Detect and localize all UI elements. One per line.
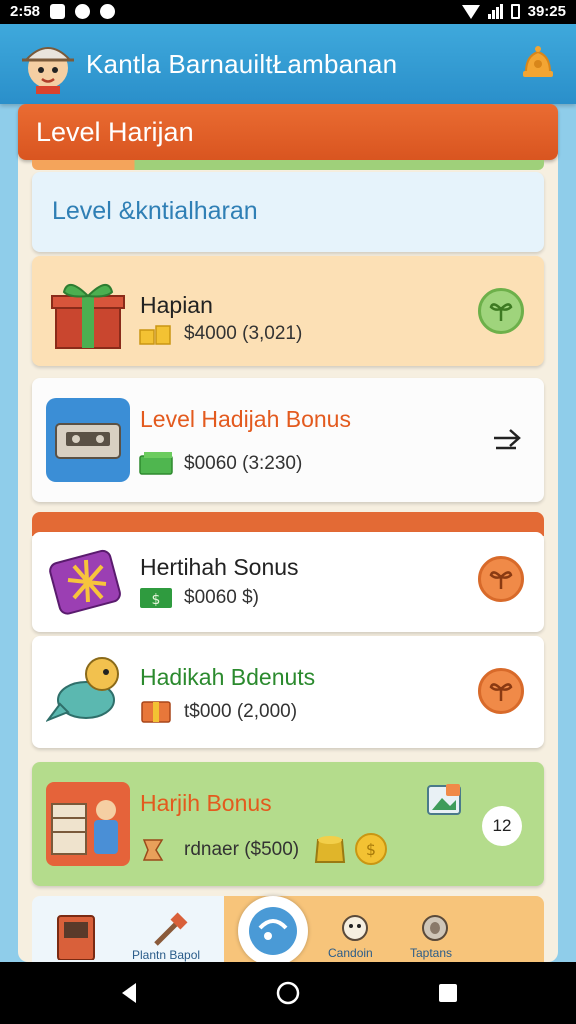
plant-button[interactable] [478,288,524,334]
card-value: $4000 (3,021) [184,323,303,344]
section-subtitle-card: Level &kntialharan [32,172,544,252]
card-title: Harjih Bonus [140,790,272,816]
card-value: rdnaer ($500) [184,839,300,860]
svg-text:$: $ [152,592,161,608]
cash-stack-icon [139,452,173,475]
chest-icon [141,701,171,723]
center-action-button[interactable] [238,896,308,966]
main-content: Level Harijan Level &kntialharan Hapian … [18,104,558,966]
notification-icon [50,4,66,19]
coin-icon: $ [355,833,387,865]
svg-text:$: $ [366,840,376,859]
gift-box-icon [51,284,125,349]
picture-icon [427,784,461,815]
bonus-card-1[interactable]: Hapian $4000 (3,021) [32,256,544,366]
signal-icon [487,4,503,19]
section-subtitle: Level &kntialharan [52,197,258,225]
progress-stripe [32,160,544,170]
card-title: Hapian [140,292,213,318]
tab-label: Candoin [328,946,373,960]
arcade-icon [57,915,95,960]
record-icon [75,4,91,19]
section-title: Level Harijan [36,117,194,147]
card-value: $0060 (3:230) [184,453,303,474]
home-icon[interactable] [275,980,301,1006]
card-title: Level Hadijah Bonus [140,406,351,432]
tab-plantn-bapol[interactable]: Plantn Bapol [32,896,224,962]
egg-icon [422,915,448,941]
recents-icon[interactable] [435,980,461,1006]
bonus-card-3[interactable]: Hertihah Sonus $ $0060 $) [32,532,544,632]
plant-button[interactable] [478,556,524,602]
plant-button[interactable] [478,668,524,714]
money-bag-icon [314,836,346,863]
section-header: Level Harijan [18,104,558,160]
plant-icon [489,683,513,701]
app-title: Kantla BarnauiltŁambanan [86,49,398,79]
cleaning-icon [249,907,297,955]
scroll-icon [142,839,164,861]
status-bar: 2:58 39:25 [0,0,576,24]
system-nav-bar [0,962,576,1024]
gold-bars-icon [139,325,171,345]
settings-icon [100,4,116,19]
tab-candoin[interactable]: Candoin [320,896,390,962]
card-value: t$000 (2,000) [184,701,298,722]
cow-icon [342,915,368,941]
count-badge: 12 [482,806,522,846]
bell-icon[interactable] [520,42,556,82]
card-title: Hertihah Sonus [140,554,299,580]
status-clock: 39:25 [527,3,566,20]
back-icon[interactable] [116,980,142,1006]
bonus-card-5[interactable]: Harjih Bonus rdnaer ($500) $ 12 [32,762,544,886]
tab-label: Taptans [410,946,453,960]
tab-taptans[interactable]: Taptans [400,896,470,962]
hammer-icon [154,912,188,946]
shop-icon [46,782,130,866]
cassette-icon [46,398,130,482]
boy-avatar-icon[interactable] [18,34,78,94]
status-time: 2:58 [10,3,41,20]
app-header: Kantla BarnauiltŁambanan [0,24,576,104]
bird-icon [46,657,119,722]
bonus-card-4[interactable]: Hadikah Bdenuts t$000 (2,000) [32,636,544,748]
battery-icon [510,4,520,19]
card-value: $0060 $) [184,587,260,608]
plant-icon [489,571,513,589]
arrow-icon[interactable] [492,426,524,450]
purple-gift-icon [49,549,121,615]
tab-label: Plantn Bapol [132,948,201,962]
bonus-card-2[interactable]: Level Hadijah Bonus $0060 (3:230) [32,378,544,502]
plant-icon [489,303,513,321]
card-title: Hadikah Bdenuts [140,664,316,690]
cash-icon: $ [140,588,172,608]
bottom-tab-bar: Plantn Bapol Candoin Taptans [32,896,544,966]
wifi-icon [461,4,480,19]
